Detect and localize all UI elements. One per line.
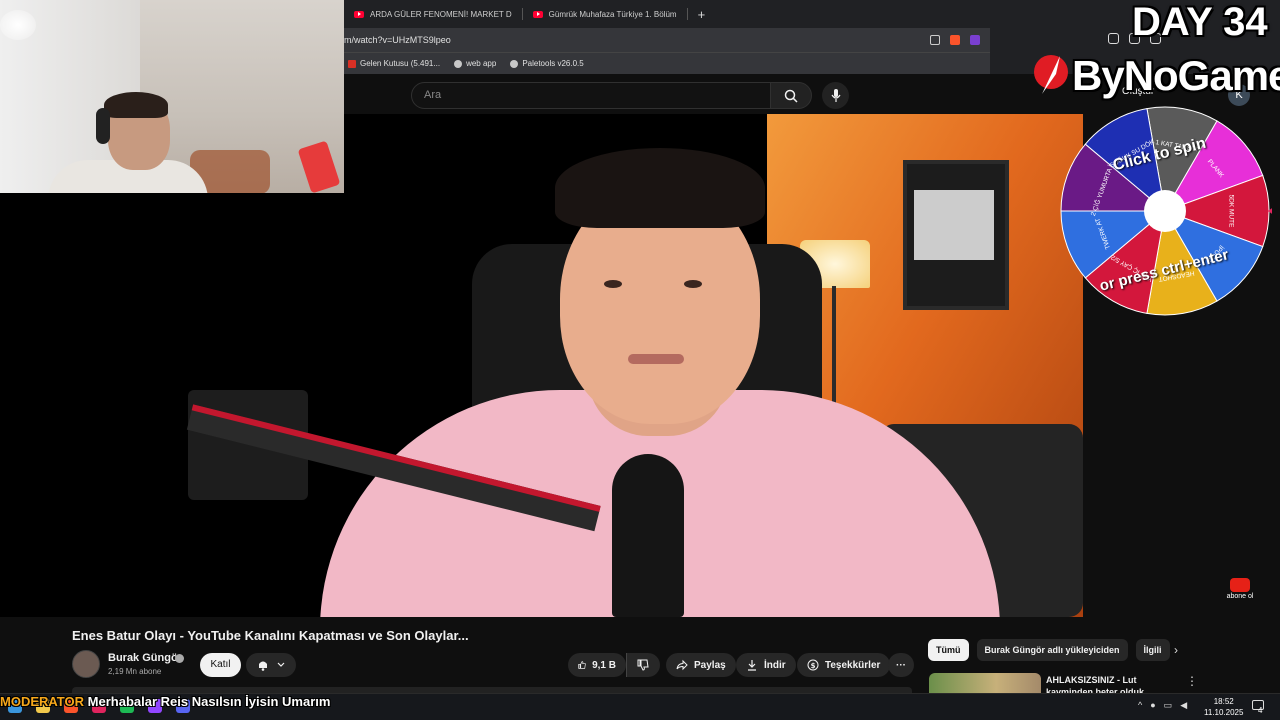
url-text[interactable]: m/watch?v=UHzMTS9lpeo	[344, 35, 930, 45]
bookmarks-bar: Gelen Kutusu (5.491... web app Paletools…	[344, 52, 990, 74]
bookmark-label: web app	[466, 59, 497, 68]
wheel-segment-label: 5DK MUTE	[1227, 195, 1234, 229]
video-presenter-hair	[555, 148, 765, 228]
rewards-icon[interactable]	[970, 35, 980, 45]
tab-label: Gümrük Muhafaza Türkiye 1. Bölüm	[548, 9, 677, 19]
cast-icon[interactable]	[930, 35, 940, 45]
video-presenter-eye	[604, 280, 622, 288]
brand-logo-text: ByNoGame	[1072, 52, 1280, 99]
verified-icon	[175, 654, 184, 663]
dislike-button[interactable]	[626, 653, 660, 677]
bell-icon	[259, 661, 267, 671]
chat-role-badge: MODERATOR	[0, 694, 85, 709]
share-icon	[676, 659, 688, 671]
search-button[interactable]	[770, 82, 812, 109]
spin-wheel[interactable]: 1 KAT TAHSİNPLANK5DK MUTEİPUCUHEADSHOTYA…	[1058, 104, 1272, 318]
webcam-streamer-hair	[104, 92, 168, 118]
webcam-overlay	[0, 0, 344, 193]
tab-label: ARDA GÜLER FENOMENİ! MARKET D	[370, 9, 512, 19]
chip-all[interactable]: Tümü	[928, 639, 969, 661]
chevron-right-icon[interactable]: ›	[1174, 643, 1178, 657]
browser-tab[interactable]: Gümrük Muhafaza Türkiye 1. Bölüm	[523, 0, 687, 28]
bookmark-item[interactable]: Paletools v26.0.5	[510, 59, 584, 68]
video-wall-poster	[914, 190, 994, 260]
volume-icon[interactable]: ◀	[1180, 700, 1187, 711]
video-title: Enes Batur Olayı - YouTube Kanalını Kapa…	[72, 628, 469, 643]
youtube-favicon-icon	[532, 10, 543, 18]
youtube-play-icon	[1230, 578, 1250, 592]
gmail-icon	[348, 59, 356, 68]
chat-message-text: Merhabalar Reis Nasılsın İyisin Umarım	[87, 694, 331, 709]
chip-from-uploader[interactable]: Burak Güngör adlı yükleyiciden	[976, 639, 1128, 661]
recommendation-chips: Tümü Burak Güngör adlı yükleyiciden İlgi…	[928, 639, 1170, 661]
wheel-hub	[1144, 190, 1186, 232]
subscribe-watermark-label: abone ol	[1226, 593, 1254, 600]
thumbs-down-icon	[637, 659, 649, 671]
chat-message: MODERATOR Merhabalar Reis Nasılsın İyisi…	[0, 694, 330, 709]
microphone-icon	[831, 88, 840, 102]
system-tray: ^ ● ▭ ◀	[1138, 700, 1187, 711]
download-button[interactable]: İndir	[736, 653, 796, 677]
svg-text:$: $	[811, 662, 816, 670]
thanks-label: Teşekkürler	[825, 659, 881, 671]
address-bar-icons	[930, 35, 990, 45]
screen: ARDA GÜLER FENOMENİ! MARKET D Gümrük Muh…	[0, 0, 1280, 720]
super-thanks-icon: $	[807, 659, 819, 671]
like-count: 9,1 B	[592, 659, 616, 671]
channel-name[interactable]: Burak Güngör	[108, 652, 182, 664]
video-presenter-mouth	[628, 354, 684, 364]
share-label: Paylaş	[694, 659, 726, 671]
web-app-icon	[454, 59, 463, 68]
search-input[interactable]: Ara	[411, 82, 771, 109]
clock-date: 11.10.2025	[1204, 708, 1244, 717]
notification-bell-button[interactable]	[246, 653, 296, 677]
video-microphone	[612, 454, 684, 617]
channel-avatar[interactable]	[72, 650, 100, 678]
puzzle-icon[interactable]	[1108, 33, 1119, 44]
more-actions-button[interactable]: ···	[888, 653, 914, 677]
paletools-icon	[510, 59, 519, 68]
system-clock[interactable]: 18:52 11.10.2025	[1204, 696, 1243, 718]
chevron-up-icon[interactable]: ^	[1138, 700, 1142, 711]
bookmark-label: Gelen Kutusu (5.491...	[360, 59, 441, 68]
like-button[interactable]: 9,1 B	[568, 653, 626, 677]
microphone-icon[interactable]: ●	[1150, 700, 1155, 711]
video-presenter-eye	[684, 280, 702, 288]
more-icon: ···	[896, 659, 906, 671]
download-label: İndir	[764, 659, 786, 671]
join-button[interactable]: Katıl	[200, 653, 241, 677]
browser-tab[interactable]: ARDA GÜLER FENOMENİ! MARKET D	[344, 0, 522, 28]
chip-related[interactable]: İlgili	[1135, 639, 1170, 661]
search-icon	[784, 89, 798, 103]
voice-search-button[interactable]	[822, 82, 849, 109]
thanks-button[interactable]: $ Teşekkürler	[797, 653, 891, 677]
notification-count: 4	[1258, 706, 1263, 715]
subscribe-watermark[interactable]: abone ol	[1226, 578, 1254, 604]
new-tab-button[interactable]: +	[698, 7, 706, 22]
tab-divider	[686, 8, 688, 20]
download-icon	[748, 660, 756, 671]
youtube-favicon-icon	[354, 10, 364, 18]
kebab-menu-icon[interactable]: ⋮	[1186, 674, 1198, 688]
bookmark-item[interactable]: Gelen Kutusu (5.491...	[348, 59, 440, 68]
bynogame-logo-icon	[1034, 55, 1068, 94]
clock-time: 18:52	[1213, 697, 1234, 706]
address-bar[interactable]: m/watch?v=UHzMTS9lpeo	[344, 28, 990, 52]
bookmark-label: Paletools v26.0.5	[522, 59, 584, 68]
day-counter: DAY 34	[1132, 0, 1268, 44]
bookmark-item[interactable]: web app	[454, 59, 496, 68]
webcam-light	[0, 10, 36, 40]
chevron-down-icon	[277, 662, 285, 667]
webcam-red-object	[297, 140, 341, 193]
network-icon[interactable]: ▭	[1164, 700, 1173, 711]
headphones-icon	[96, 108, 110, 144]
subscriber-count: 2,19 Mn abone	[108, 667, 162, 676]
share-button[interactable]: Paylaş	[666, 653, 736, 677]
brave-shield-icon[interactable]	[950, 35, 960, 45]
thumbs-up-icon	[578, 661, 586, 669]
